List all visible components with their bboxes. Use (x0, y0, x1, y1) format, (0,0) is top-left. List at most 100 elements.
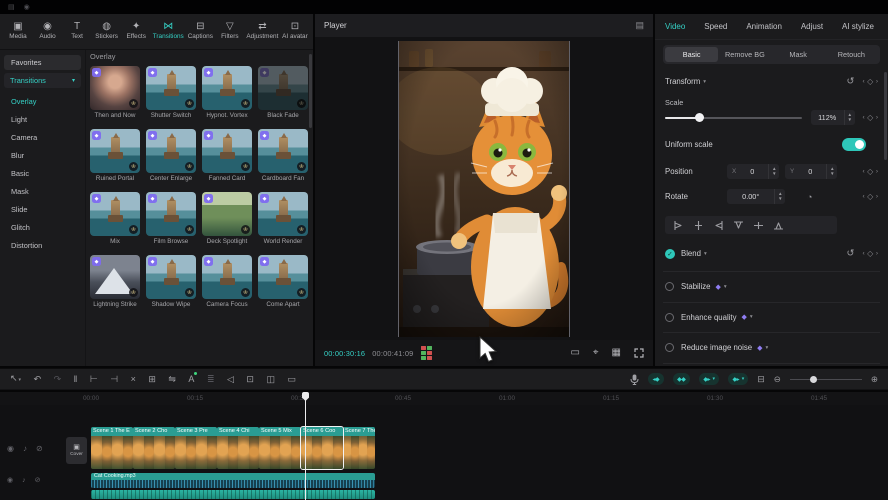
transform-keyframe-control[interactable]: ‹ ◇ › (863, 77, 879, 86)
subtab-mask[interactable]: Mask (772, 47, 825, 62)
timeline-clip[interactable]: Scene 6 Coo (301, 427, 343, 469)
screen-record-icon[interactable]: ▭ (287, 374, 296, 384)
audio-clip[interactable]: Cat Cooking.mp3 (91, 473, 375, 488)
align-bottom-icon[interactable] (773, 220, 784, 231)
rotate-stepper[interactable]: ▲▼ (774, 189, 785, 204)
sidebar-item-glitch[interactable]: Glitch (0, 218, 85, 236)
playhead[interactable] (305, 392, 306, 500)
reset-blend-icon[interactable]: ↺ (847, 248, 855, 259)
ratio-icon[interactable]: ▭ (570, 348, 579, 358)
tab-video[interactable]: Video (665, 22, 685, 31)
timeline-clip[interactable]: Scene 3 Pre (175, 427, 217, 469)
tab-animation[interactable]: Animation (746, 22, 782, 31)
next-keyframe-icon[interactable]: › (876, 78, 878, 85)
lock-track-icon[interactable]: ⊘ (35, 476, 41, 484)
delete-icon[interactable]: × (131, 374, 136, 384)
select-tool-icon[interactable]: ↖▾ (10, 373, 21, 385)
transition-card[interactable]: ◆♔Ruined Portal (90, 129, 140, 182)
color-channels-icon[interactable] (421, 346, 432, 360)
timeline-ruler[interactable]: 00:0000:1500:3000:4501:0001:1501:3001:45 (0, 392, 888, 405)
position-y-stepper[interactable]: ▲▼ (826, 164, 837, 179)
split-screen-icon[interactable]: ◫ (266, 374, 275, 384)
timeline-clip[interactable]: Scene 7 The (343, 427, 375, 469)
subtab-retouch[interactable]: Retouch (825, 47, 878, 62)
preview-monitor-icon[interactable]: ⊟ (757, 374, 765, 385)
transition-card[interactable]: ◆♔Fanned Card (202, 129, 252, 182)
library-scrollbar[interactable] (309, 54, 312, 128)
chevron-down-icon[interactable]: ▾ (750, 314, 753, 320)
sidebar-item-overlay[interactable]: Overlay (0, 92, 85, 110)
trim-left-icon[interactable]: ⊢ (90, 374, 98, 384)
enhance-quality-checkbox[interactable] (665, 313, 674, 322)
trim-right-icon[interactable]: ⊣ (110, 374, 118, 384)
transition-card[interactable]: ◆♔Come Apart (258, 255, 308, 308)
timeline-zoom-slider[interactable] (790, 375, 862, 384)
timeline-zoom-out-icon[interactable]: ⊖ (774, 374, 781, 385)
transition-thumbnail[interactable]: ◆♔ (258, 192, 308, 236)
blend-keyframe-control[interactable]: ‹◇› (863, 249, 879, 258)
tab-speed[interactable]: Speed (704, 22, 727, 31)
align-top-icon[interactable] (733, 220, 744, 231)
sidebar-item-mask[interactable]: Mask (0, 182, 85, 200)
prev-keyframe-button[interactable]: ◂◆ (648, 373, 664, 385)
scale-value-box[interactable]: 112% ▲▼ (811, 110, 855, 125)
transition-thumbnail[interactable]: ◆♔ (90, 255, 140, 299)
transition-thumbnail[interactable]: ◆♔ (202, 129, 252, 173)
align-right-icon[interactable] (713, 220, 724, 231)
mic-icon[interactable] (630, 374, 639, 385)
audio-extract-icon[interactable]: ◁ (227, 374, 234, 384)
transition-card[interactable]: ◆♔Lightning Strike (90, 255, 140, 308)
chevron-down-icon[interactable]: ▾ (704, 251, 707, 257)
prev-keyframe-icon[interactable]: ‹ (863, 78, 865, 85)
next-keyframe-button[interactable]: ◆▸▾ (699, 373, 719, 385)
video-preview[interactable] (398, 41, 570, 337)
position-y-value[interactable]: 0 (794, 167, 826, 176)
position-keyframe-control[interactable]: ‹◇› (863, 167, 879, 176)
sidebar-item-camera[interactable]: Camera (0, 128, 85, 146)
duplicate-icon[interactable]: ⊞ (148, 374, 156, 384)
toolbar-item-effects[interactable]: ✦Effects (123, 22, 149, 41)
toggle-track-icon[interactable]: ◉ (7, 444, 14, 453)
snapshot-icon[interactable]: ⌖ (593, 348, 599, 358)
split-icon[interactable]: ‖ (74, 374, 78, 384)
toolbar-item-ai-avatar[interactable]: ⊡AI avatar (282, 22, 308, 41)
position-x-value[interactable]: 0 (736, 167, 768, 176)
position-y-box[interactable]: Y 0 ▲▼ (785, 164, 837, 179)
rotate-dial-icon[interactable]: ◔ (807, 192, 812, 202)
sidebar-item-light[interactable]: Light (0, 110, 85, 128)
rotate-value[interactable]: 0.00° (727, 192, 774, 201)
blend-checkbox[interactable]: ✓ (665, 249, 675, 259)
reduce-image-noise-checkbox[interactable] (665, 343, 674, 352)
sidebar-item-slide[interactable]: Slide (0, 200, 85, 218)
transition-thumbnail[interactable]: ◆♔ (258, 66, 308, 110)
extract-person-icon[interactable]: ⊡ (246, 374, 254, 384)
transition-thumbnail[interactable]: ◆♔ (258, 255, 308, 299)
align-center-h-icon[interactable] (693, 220, 704, 231)
toolbar-item-captions[interactable]: ⊟Captions (187, 22, 213, 41)
timeline-clip[interactable]: Scene 1 The E (91, 427, 133, 469)
keyframe-options-button[interactable]: ◆▸▾ (728, 373, 748, 385)
toolbar-item-filters[interactable]: ▽Filters (217, 22, 243, 41)
transition-card[interactable]: ◆♔Camera Focus (202, 255, 252, 308)
toolbar-item-media[interactable]: ▣Media (5, 22, 31, 41)
position-x-box[interactable]: X 0 ▲▼ (727, 164, 779, 179)
chevron-down-icon[interactable]: ▾ (724, 284, 727, 290)
undo-icon[interactable]: ↶ (34, 374, 42, 384)
toolbar-item-text[interactable]: TText (64, 22, 90, 41)
scale-value[interactable]: 112% (811, 113, 844, 122)
uniform-scale-toggle[interactable] (842, 138, 866, 151)
rotate-keyframe-control[interactable]: ‹◇› (863, 192, 879, 201)
align-left-icon[interactable] (673, 220, 684, 231)
player-menu-icon[interactable]: ▤ (635, 20, 644, 31)
transition-card[interactable]: ◆♔Hypnot. Vortex (202, 66, 252, 119)
chevron-down-icon[interactable]: ▾ (703, 79, 706, 85)
transition-thumbnail[interactable]: ◆♔ (202, 192, 252, 236)
sidebar-item-distortion[interactable]: Distortion (0, 236, 85, 254)
transition-card[interactable]: ◆♔Black Fade (258, 66, 308, 119)
sidebar-item-favorites[interactable]: Favorites (4, 55, 81, 70)
transition-card[interactable]: ◆♔World Render (258, 192, 308, 245)
sidebar-item-blur[interactable]: Blur (0, 146, 85, 164)
transition-card[interactable]: ◆♔Cardboard Fan (258, 129, 308, 182)
transition-card[interactable]: ◆♔Film Browse (146, 192, 196, 245)
toggle-track-icon[interactable]: ◉ (7, 476, 13, 484)
